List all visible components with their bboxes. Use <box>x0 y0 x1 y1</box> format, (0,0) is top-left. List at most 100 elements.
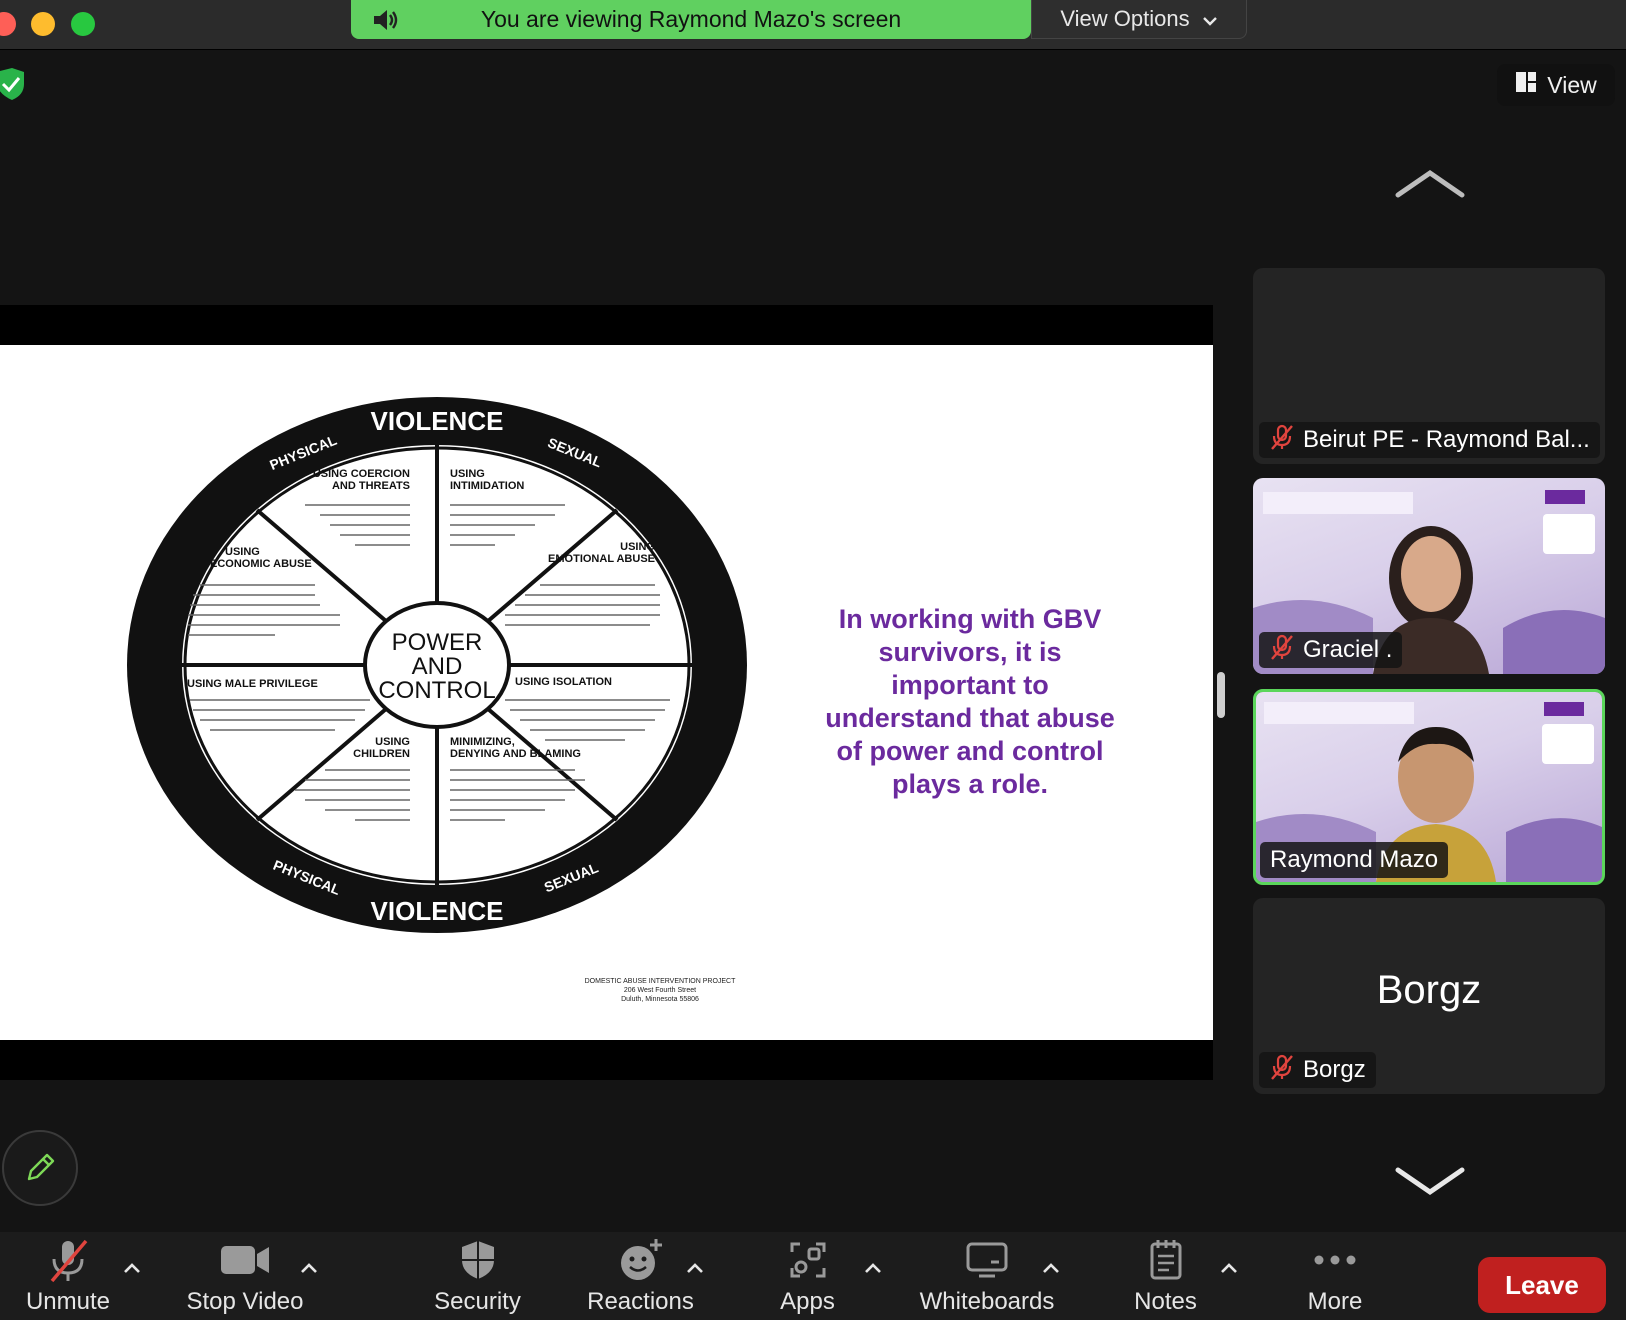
audio-options-caret[interactable] <box>121 1260 143 1276</box>
smiley-add-icon <box>618 1232 664 1288</box>
section-children-title2: CHILDREN <box>353 748 410 760</box>
section-economic-title2: ECONOMIC ABUSE <box>210 558 312 570</box>
shared-slide: POWER AND CONTROL VIOLENCE VIOLENCE PHYS… <box>0 345 1213 1040</box>
wheel-bottom-label: VIOLENCE <box>371 896 504 926</box>
section-children-title1: USING <box>375 736 410 748</box>
reactions-options-caret[interactable] <box>684 1260 706 1276</box>
section-minimizing-title1: MINIMIZING, <box>450 736 515 748</box>
more-button[interactable]: More <box>1290 1232 1380 1320</box>
muted-mic-icon <box>1269 634 1295 667</box>
power-and-control-wheel: POWER AND CONTROL VIOLENCE VIOLENCE PHYS… <box>127 397 747 933</box>
participant-label: Beirut PE - Raymond Bal... <box>1259 422 1600 458</box>
view-options-dropdown[interactable]: View Options <box>1031 0 1247 39</box>
slide-credit: DOMESTIC ABUSE INTERVENTION PROJECT 206 … <box>560 977 760 1004</box>
meeting-toolbar: Unmute Stop Video Security Reactions App… <box>0 1232 1626 1320</box>
pencil-icon <box>27 1153 55 1181</box>
slide-message: In working with GBV survivors, it is imp… <box>825 604 1115 799</box>
speaker-icon <box>371 7 411 33</box>
title-bar: You are viewing Raymond Mazo's screen Vi… <box>0 0 1626 50</box>
section-emotional-title2: EMOTIONAL ABUSE <box>548 553 655 565</box>
apps-button[interactable]: Apps <box>760 1232 855 1320</box>
section-privilege-title1: USING MALE PRIVILEGE <box>187 678 318 690</box>
section-intimidation-title2: INTIMIDATION <box>450 480 524 492</box>
credit-line3: Duluth, Minnesota 55806 <box>621 996 699 1003</box>
zoom-meeting-window: You are viewing Raymond Mazo's screen Vi… <box>0 0 1626 1320</box>
chevron-down-icon <box>1202 6 1218 32</box>
notes-options-caret[interactable] <box>1218 1260 1240 1276</box>
minimize-window-button[interactable] <box>31 12 55 36</box>
credit-line2: 206 West Fourth Street <box>623 987 697 994</box>
credit-line1: DOMESTIC ABUSE INTERVENTION PROJECT <box>584 978 736 985</box>
shield-icon <box>458 1232 498 1288</box>
participant-tile-graciel[interactable]: Graciel . <box>1253 478 1605 674</box>
ellipsis-icon <box>1313 1232 1357 1288</box>
chevron-up-icon <box>865 1263 881 1273</box>
section-coercion-title2: AND THREATS <box>332 480 410 492</box>
participant-label: Graciel . <box>1259 632 1403 668</box>
security-button[interactable]: Security <box>420 1232 535 1320</box>
grid-layout-icon <box>1515 71 1537 99</box>
muted-mic-icon <box>1269 1054 1295 1087</box>
gallery-scroll-up-button[interactable] <box>1395 165 1465 205</box>
chevron-up-icon <box>124 1263 140 1273</box>
view-layout-button[interactable]: View <box>1497 64 1615 106</box>
close-window-button[interactable] <box>0 12 16 36</box>
viewing-banner-text: You are viewing Raymond Mazo's screen <box>480 6 902 32</box>
apps-label: Apps <box>780 1288 835 1315</box>
chevron-up-icon <box>1043 1263 1059 1273</box>
chevron-up-icon <box>1221 1263 1237 1273</box>
whiteboard-icon <box>965 1232 1009 1288</box>
participant-tile-borgz[interactable]: Borgz Borgz <box>1253 898 1605 1094</box>
reactions-label: Reactions <box>587 1288 694 1315</box>
security-label: Security <box>434 1288 521 1315</box>
annotate-button[interactable] <box>2 1130 78 1206</box>
section-coercion-title1: USING COERCION <box>313 468 410 480</box>
video-camera-icon <box>219 1232 271 1288</box>
participant-name: Graciel . <box>1303 636 1393 663</box>
chevron-up-icon <box>687 1263 703 1273</box>
chevron-up-icon <box>1395 169 1465 198</box>
unmute-label: Unmute <box>25 1288 111 1315</box>
participant-name: Borgz <box>1303 1056 1366 1083</box>
participant-name: Beirut PE - Raymond Bal... <box>1303 426 1590 453</box>
wheel-top-label: VIOLENCE <box>371 406 504 436</box>
stop-video-button[interactable]: Stop Video <box>180 1232 310 1320</box>
muted-mic-icon <box>46 1232 90 1288</box>
notes-button[interactable]: Notes <box>1118 1232 1213 1320</box>
wheel-center-line2: AND <box>412 653 463 680</box>
viewing-screen-banner: You are viewing Raymond Mazo's screen <box>351 0 1031 39</box>
video-options-caret[interactable] <box>298 1260 320 1276</box>
participant-tile-raymond-mazo[interactable]: Raymond Mazo <box>1253 689 1605 885</box>
participant-label: Raymond Mazo <box>1260 842 1449 878</box>
gallery-scroll-down-button[interactable] <box>1395 1160 1465 1200</box>
section-economic-title1: USING <box>225 546 260 558</box>
whiteboards-label: Whiteboards <box>919 1288 1055 1315</box>
encryption-shield-icon[interactable] <box>0 68 28 102</box>
whiteboards-options-caret[interactable] <box>1040 1260 1062 1276</box>
notes-icon <box>1147 1232 1185 1288</box>
unmute-button[interactable]: Unmute <box>18 1232 118 1320</box>
chevron-up-icon <box>301 1263 317 1273</box>
notes-label: Notes <box>1134 1288 1197 1315</box>
apps-options-caret[interactable] <box>862 1260 884 1276</box>
section-isolation-title1: USING ISOLATION <box>515 676 612 688</box>
participant-tile-beirut[interactable]: Beirut PE - Raymond Bal... <box>1253 268 1605 464</box>
leave-button[interactable]: Leave <box>1478 1257 1606 1313</box>
participant-display-name: Borgz <box>1376 968 1482 1012</box>
apps-icon <box>788 1232 828 1288</box>
participant-label: Borgz <box>1259 1052 1376 1088</box>
stop-video-label: Stop Video <box>186 1288 304 1315</box>
gallery-resize-handle[interactable] <box>1217 672 1225 718</box>
wheel-center-line3: CONTROL <box>378 677 495 704</box>
view-options-label: View Options <box>1060 6 1190 31</box>
muted-mic-icon <box>1269 424 1295 457</box>
section-emotional-title1: USING <box>620 541 655 553</box>
chevron-down-icon <box>1395 1167 1465 1196</box>
more-label: More <box>1307 1288 1363 1315</box>
section-intimidation-title1: USING <box>450 468 485 480</box>
wheel-center-line1: POWER <box>392 629 483 656</box>
zoom-window-button[interactable] <box>71 12 95 36</box>
section-minimizing-title2: DENYING AND BLAMING <box>450 748 581 760</box>
participant-name: Raymond Mazo <box>1270 846 1439 873</box>
view-label: View <box>1547 71 1597 98</box>
